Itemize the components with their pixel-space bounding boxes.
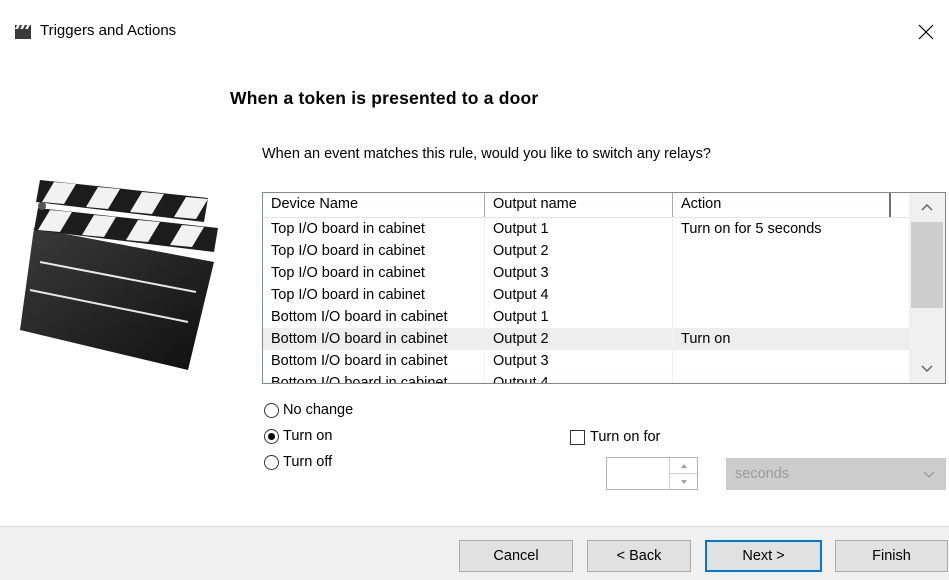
chevron-down-icon [921,365,933,372]
device-name-cell: Top I/O board in cabinet [263,284,485,306]
scroll-down-button[interactable] [909,355,945,383]
column-header-device-name[interactable]: Device Name [263,193,485,217]
radio-label: Turn on [283,428,333,444]
output-name-cell: Output 4 [485,372,673,383]
cancel-button[interactable]: Cancel [459,540,573,572]
radio-circle[interactable] [264,454,279,470]
scrollbar-thumb[interactable] [911,222,943,308]
table-row[interactable]: Top I/O board in cabinet Output 3 [263,262,909,284]
device-name-cell: Bottom I/O board in cabinet [263,328,485,350]
device-name-cell: Top I/O board in cabinet [263,218,485,240]
column-header-output-name[interactable]: Output name [485,193,673,217]
action-cell [673,372,909,383]
question-text: When an event matches this rule, would y… [262,146,711,162]
output-name-cell: Output 3 [485,262,673,284]
action-cell [673,240,909,262]
radio-turn-on[interactable]: Turn on [264,428,332,444]
output-name-cell: Output 3 [485,350,673,372]
stepper-down-button[interactable] [670,474,697,489]
triangle-up-icon [680,463,687,468]
select-value: seconds [735,466,790,482]
action-cell: Turn on [681,331,731,347]
output-name-cell: Output 2 [485,240,673,262]
list-header: Device Name Output name Action [263,193,909,218]
next-button[interactable]: Next > [705,540,822,572]
close-icon [918,24,934,40]
radio-dot [268,432,275,440]
output-name-cell: Output 2 [485,328,673,350]
output-name-cell: Output 1 [485,218,673,240]
table-row[interactable]: Bottom I/O board in cabinet Output 4 [263,372,909,383]
duration-unit-select[interactable]: seconds [726,458,946,490]
action-cell: Turn on for 5 seconds [681,221,822,237]
title-bar: Triggers and Actions [0,0,949,60]
action-cell [673,306,909,328]
vertical-scrollbar[interactable] [909,193,945,383]
clapperboard-illustration [20,180,218,370]
table-row-selected[interactable]: Bottom I/O board in cabinet Output 2 Tur… [263,328,909,350]
checkbox-box[interactable] [570,429,585,445]
device-name-cell: Bottom I/O board in cabinet [263,306,485,328]
radio-label: No change [283,402,354,418]
output-name-cell: Output 4 [485,284,673,306]
close-button[interactable] [903,14,949,50]
column-header-action[interactable]: Action [673,193,891,217]
triangle-down-icon [680,479,687,484]
device-name-cell: Top I/O board in cabinet [263,262,485,284]
table-row[interactable]: Bottom I/O board in cabinet Output 3 [263,350,909,372]
output-name-cell: Output 1 [485,306,673,328]
stepper-up-button[interactable] [670,458,697,474]
device-name-cell: Bottom I/O board in cabinet [263,350,485,372]
radio-circle[interactable] [264,402,279,418]
device-name-cell: Top I/O board in cabinet [263,240,485,262]
stepper-buttons [669,458,697,489]
window-title: Triggers and Actions [40,22,177,39]
checkbox-label: Turn on for [590,429,661,445]
action-cell [673,284,909,306]
table-row[interactable]: Top I/O board in cabinet Output 2 [263,240,909,262]
chevron-down-icon [923,471,935,478]
device-name-cell: Bottom I/O board in cabinet [263,372,485,383]
clapperboard-icon [15,25,31,39]
page-heading: When a token is presented to a door [230,88,539,108]
scroll-up-button[interactable] [909,193,945,221]
relay-list[interactable]: Device Name Output name Action Top I/O b… [262,192,946,384]
action-cell [673,350,909,372]
table-row[interactable]: Bottom I/O board in cabinet Output 1 [263,306,909,328]
radio-circle-selected[interactable] [264,428,279,444]
back-button[interactable]: < Back [587,540,691,572]
radio-label: Turn off [283,454,333,470]
list-rows: Top I/O board in cabinet Output 1 Turn o… [263,218,909,383]
chevron-up-icon [921,204,933,211]
radio-turn-off[interactable]: Turn off [264,454,332,470]
radio-no-change[interactable]: No change [264,402,353,418]
triggers-actions-dialog: Triggers and Actions When a token is pre… [0,0,949,580]
turn-on-for-checkbox[interactable]: Turn on for [570,429,660,445]
table-row[interactable]: Top I/O board in cabinet Output 1 Turn o… [263,218,909,240]
table-row[interactable]: Top I/O board in cabinet Output 4 [263,284,909,306]
finish-button[interactable]: Finish [835,540,948,572]
action-cell [673,262,909,284]
duration-stepper[interactable] [606,457,698,490]
